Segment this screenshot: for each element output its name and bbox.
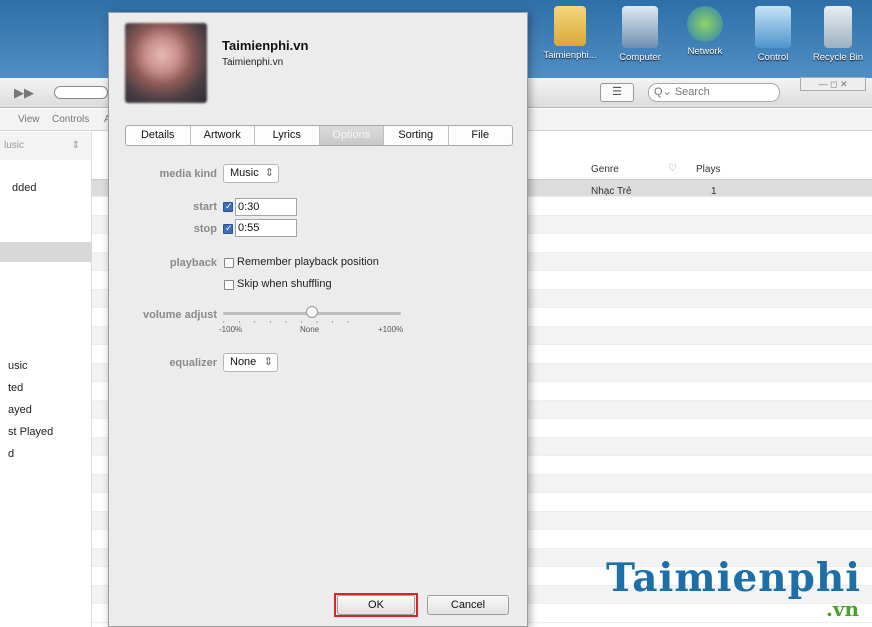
desktop-icon-folder[interactable]: Taimienphi...: [540, 6, 600, 61]
media-kind-select[interactable]: Music ⇕: [223, 164, 279, 183]
stop-checkbox[interactable]: [223, 223, 233, 234]
chevron-updown-icon: ⇕: [263, 356, 273, 368]
desktop-icon-network[interactable]: Network: [675, 6, 735, 57]
stop-field[interactable]: 0:55: [235, 219, 297, 237]
network-icon: [687, 6, 723, 42]
column-plays[interactable]: Plays: [696, 164, 720, 175]
dialog-subtitle: Taimienphi.vn: [222, 57, 284, 68]
start-checkbox[interactable]: [223, 201, 233, 212]
column-genre[interactable]: Genre: [591, 164, 619, 175]
watermark: Taimienphi .vn: [606, 555, 862, 621]
remember-position-label: Remember playback position: [237, 256, 379, 268]
volume-slider[interactable]: [54, 86, 108, 99]
slider-knob[interactable]: [306, 306, 318, 318]
chevron-updown-icon: ⇕: [264, 167, 274, 179]
equalizer-label: equalizer: [169, 357, 217, 369]
control-panel-icon: [755, 6, 791, 48]
sidebar: dded usic ted ayed st Played d: [0, 160, 92, 627]
equalizer-select[interactable]: None ⇕: [223, 353, 278, 372]
tab-options[interactable]: Options: [319, 126, 384, 145]
stop-label: stop: [193, 223, 217, 235]
desktop-icon-label: Control: [757, 52, 789, 63]
source-select[interactable]: lusic ⇕: [4, 137, 88, 154]
computer-icon: [622, 6, 658, 48]
sidebar-item-d[interactable]: d: [8, 448, 14, 460]
sidebar-item-most-played[interactable]: st Played: [8, 426, 53, 438]
ok-button[interactable]: OK: [337, 595, 415, 615]
skip-shuffling-label: Skip when shuffling: [237, 278, 332, 290]
tab-bar: Details Artwork Lyrics Options Sorting F…: [125, 125, 513, 146]
sidebar-item-top-rated[interactable]: ted: [8, 382, 23, 394]
tab-artwork[interactable]: Artwork: [191, 126, 255, 145]
desktop-icon-computer[interactable]: Computer: [610, 6, 670, 63]
chevron-updown-icon: ⇕: [71, 140, 80, 151]
sidebar-item-recently-played[interactable]: ayed: [8, 404, 32, 416]
source-bar: lusic ⇕: [0, 132, 92, 160]
search-icon: Q⌄: [654, 86, 672, 98]
tab-details[interactable]: Details: [126, 126, 191, 145]
folder-icon: [554, 6, 586, 46]
search-placeholder: Search: [674, 86, 710, 98]
row-genre: Nhạc Trẻ: [591, 186, 632, 197]
desktop-icon-recycle-bin[interactable]: Recycle Bin: [808, 6, 868, 63]
menu-view[interactable]: View: [18, 114, 40, 125]
media-kind-label: media kind: [159, 168, 217, 180]
volume-adjust-label: volume adjust: [143, 309, 217, 321]
dialog-title: Taimienphi.vn: [222, 38, 309, 53]
equalizer-value: None: [230, 356, 257, 368]
info-dialog: Taimienphi.vn Taimienphi.vn Details Artw…: [108, 12, 528, 627]
tab-file[interactable]: File: [449, 126, 513, 145]
desktop-icon-label: Taimienphi...: [543, 50, 597, 61]
start-field[interactable]: 0:30: [235, 198, 297, 216]
skip-shuffling-checkbox[interactable]: [224, 280, 234, 290]
album-artwork: [125, 23, 207, 103]
row-plays: 1: [711, 186, 717, 197]
media-kind-value: Music: [230, 167, 259, 179]
source-select-value: lusic: [4, 140, 25, 151]
cancel-button[interactable]: Cancel: [427, 595, 509, 615]
tab-lyrics[interactable]: Lyrics: [255, 126, 320, 145]
search-field[interactable]: Q⌄ Search: [648, 83, 780, 102]
watermark-suffix: .vn: [825, 597, 860, 621]
sidebar-item-recently-added[interactable]: dded: [12, 182, 36, 194]
tab-sorting[interactable]: Sorting: [384, 126, 449, 145]
watermark-main: Taimienphi: [606, 555, 862, 601]
heart-icon[interactable]: ♡: [668, 163, 677, 174]
recycle-bin-icon: [824, 6, 852, 48]
desktop-icon-label: Network: [687, 46, 723, 57]
desktop-icon-control[interactable]: Control: [743, 6, 803, 63]
fast-forward-icon[interactable]: ▶▶: [14, 85, 34, 101]
desktop-icon-label: Computer: [619, 52, 661, 63]
sidebar-selected: [0, 242, 92, 262]
remember-position-checkbox[interactable]: [224, 258, 234, 268]
volume-min-label: -100%: [219, 325, 243, 334]
start-label: start: [193, 201, 217, 213]
menu-controls[interactable]: Controls: [52, 114, 89, 125]
list-view-button[interactable]: ☰: [600, 83, 634, 102]
volume-none-label: None: [300, 325, 320, 334]
window-controls[interactable]: — ◻ ✕: [800, 77, 866, 91]
playback-label: playback: [169, 257, 217, 269]
sidebar-item-music[interactable]: usic: [8, 360, 28, 372]
volume-max-label: +100%: [378, 325, 404, 334]
desktop-icon-label: Recycle Bin: [812, 52, 864, 63]
